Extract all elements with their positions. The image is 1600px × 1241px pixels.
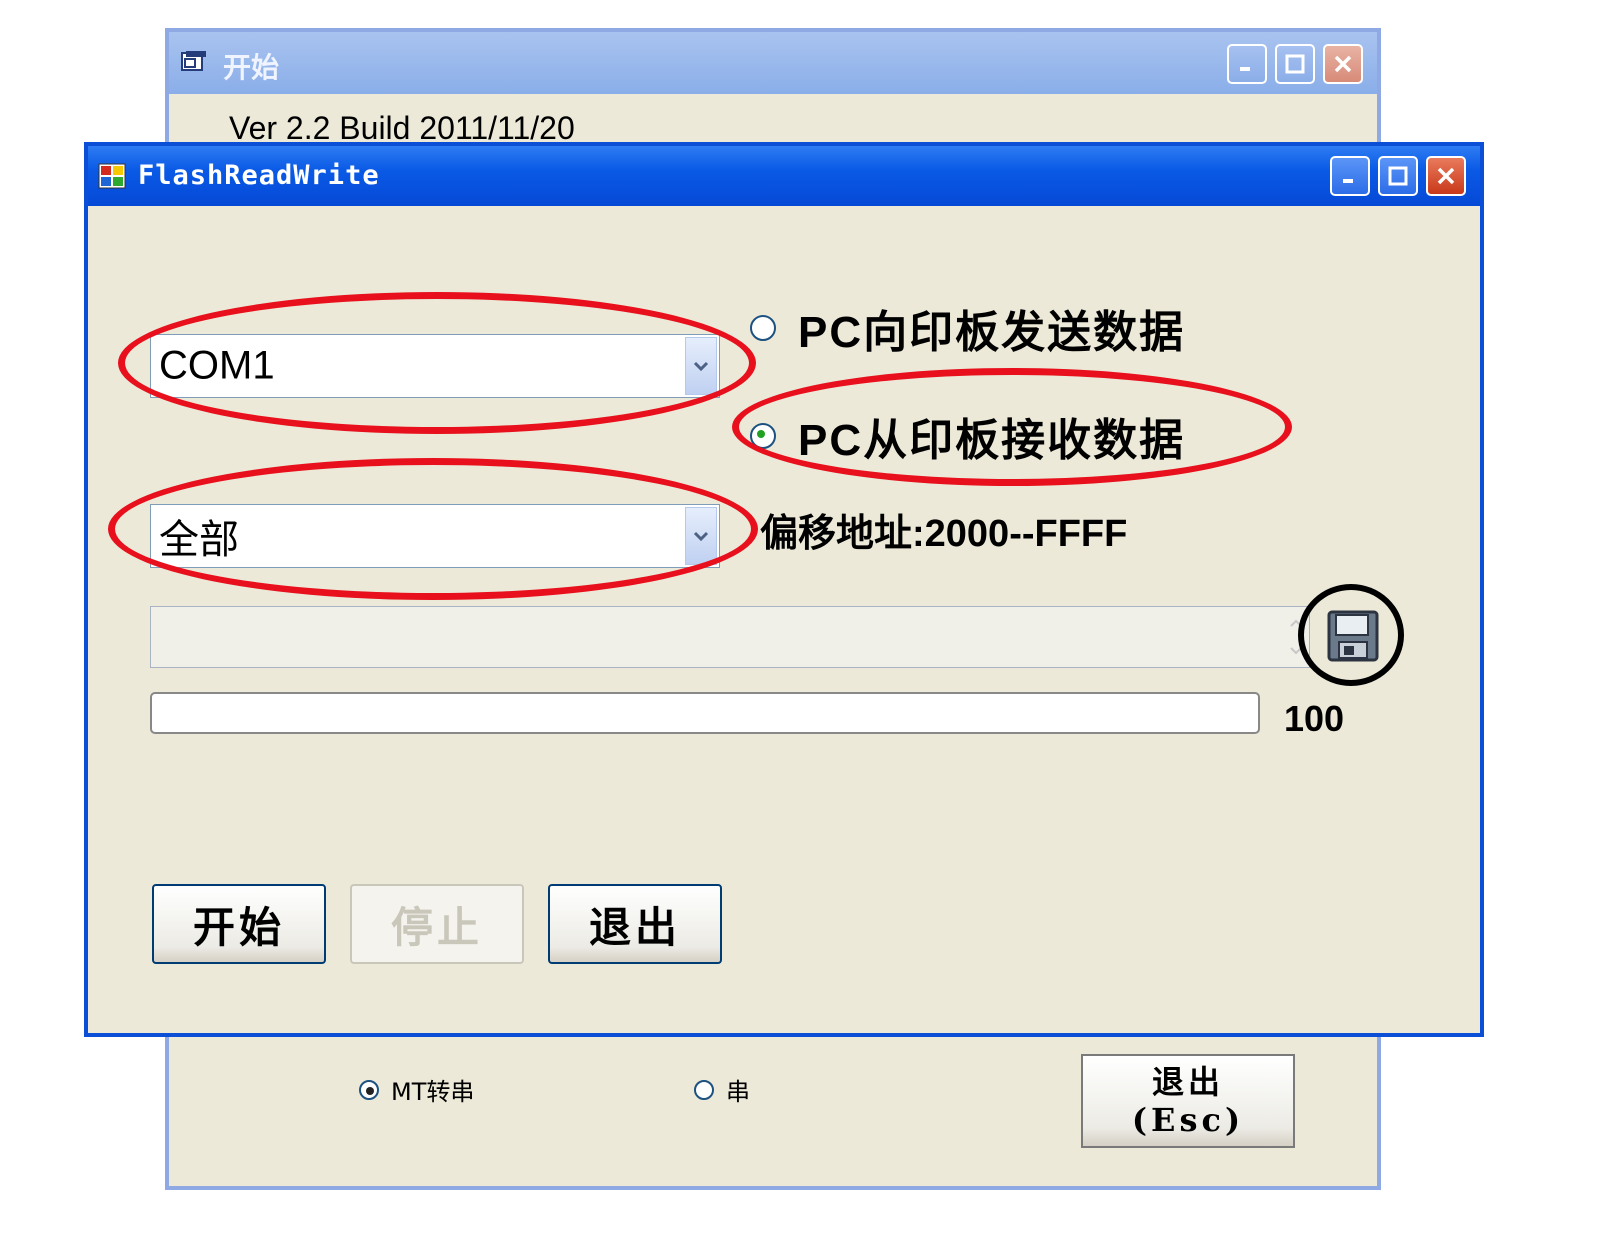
- radio-serial-label: 串: [726, 1078, 750, 1106]
- maximize-button[interactable]: [1275, 44, 1315, 84]
- highlight-ring-com-port: [118, 292, 756, 434]
- start-button[interactable]: 开始: [152, 884, 326, 964]
- maximize-button[interactable]: [1378, 156, 1418, 196]
- radio-send-indicator[interactable]: [750, 315, 776, 341]
- exit-button-label: 退出: [588, 902, 681, 952]
- radio-send-label: PC向印板发送数据: [798, 308, 1186, 357]
- esc-exit-shortcut: (Esc): [1131, 1101, 1245, 1139]
- maximize-icon: [1285, 54, 1305, 74]
- minimize-button[interactable]: [1330, 156, 1370, 196]
- flash-window-titlebar[interactable]: FlashReadWrite: [88, 146, 1480, 206]
- esc-exit-label: 退出: [1151, 1063, 1224, 1101]
- radio-mt-serial[interactable]: MT转串: [359, 1072, 474, 1107]
- radio-mt-indicator[interactable]: [359, 1079, 379, 1100]
- esc-exit-button[interactable]: 退出 (Esc): [1081, 1054, 1295, 1148]
- exit-button[interactable]: 退出: [548, 884, 722, 964]
- progress-bar: [150, 692, 1260, 734]
- stop-button-label: 停止: [390, 902, 483, 952]
- start-window-titlebar[interactable]: 开始: [169, 32, 1377, 94]
- close-icon: [1334, 55, 1352, 73]
- progress-value: 100: [1284, 698, 1345, 739]
- app-window-icon: [181, 50, 207, 78]
- app-window-icon: [98, 163, 126, 193]
- close-button[interactable]: [1426, 156, 1466, 196]
- minimize-icon: [1240, 67, 1250, 71]
- highlight-ring-range: [108, 458, 758, 600]
- file-path-input[interactable]: [150, 606, 1310, 668]
- radio-pc-send[interactable]: PC向印板发送数据: [750, 296, 1185, 360]
- maximize-icon: [1388, 166, 1408, 186]
- radio-mt-label: MT转串: [391, 1078, 475, 1106]
- offset-address-label: 偏移地址:2000--FFFF: [760, 513, 1128, 555]
- flash-window-title: FlashReadWrite: [138, 160, 380, 191]
- start-button-label: 开始: [192, 902, 285, 952]
- stop-button[interactable]: 停止: [350, 884, 524, 964]
- radio-serial-indicator[interactable]: [694, 1079, 714, 1100]
- highlight-ring-save: [1298, 584, 1404, 686]
- radio-serial[interactable]: 串: [694, 1072, 750, 1107]
- close-icon: [1437, 167, 1455, 185]
- minimize-icon: [1343, 179, 1353, 183]
- start-window-title: 开始: [223, 51, 280, 84]
- highlight-ring-receive: [732, 368, 1292, 486]
- minimize-button[interactable]: [1227, 44, 1267, 84]
- close-button[interactable]: [1323, 44, 1363, 84]
